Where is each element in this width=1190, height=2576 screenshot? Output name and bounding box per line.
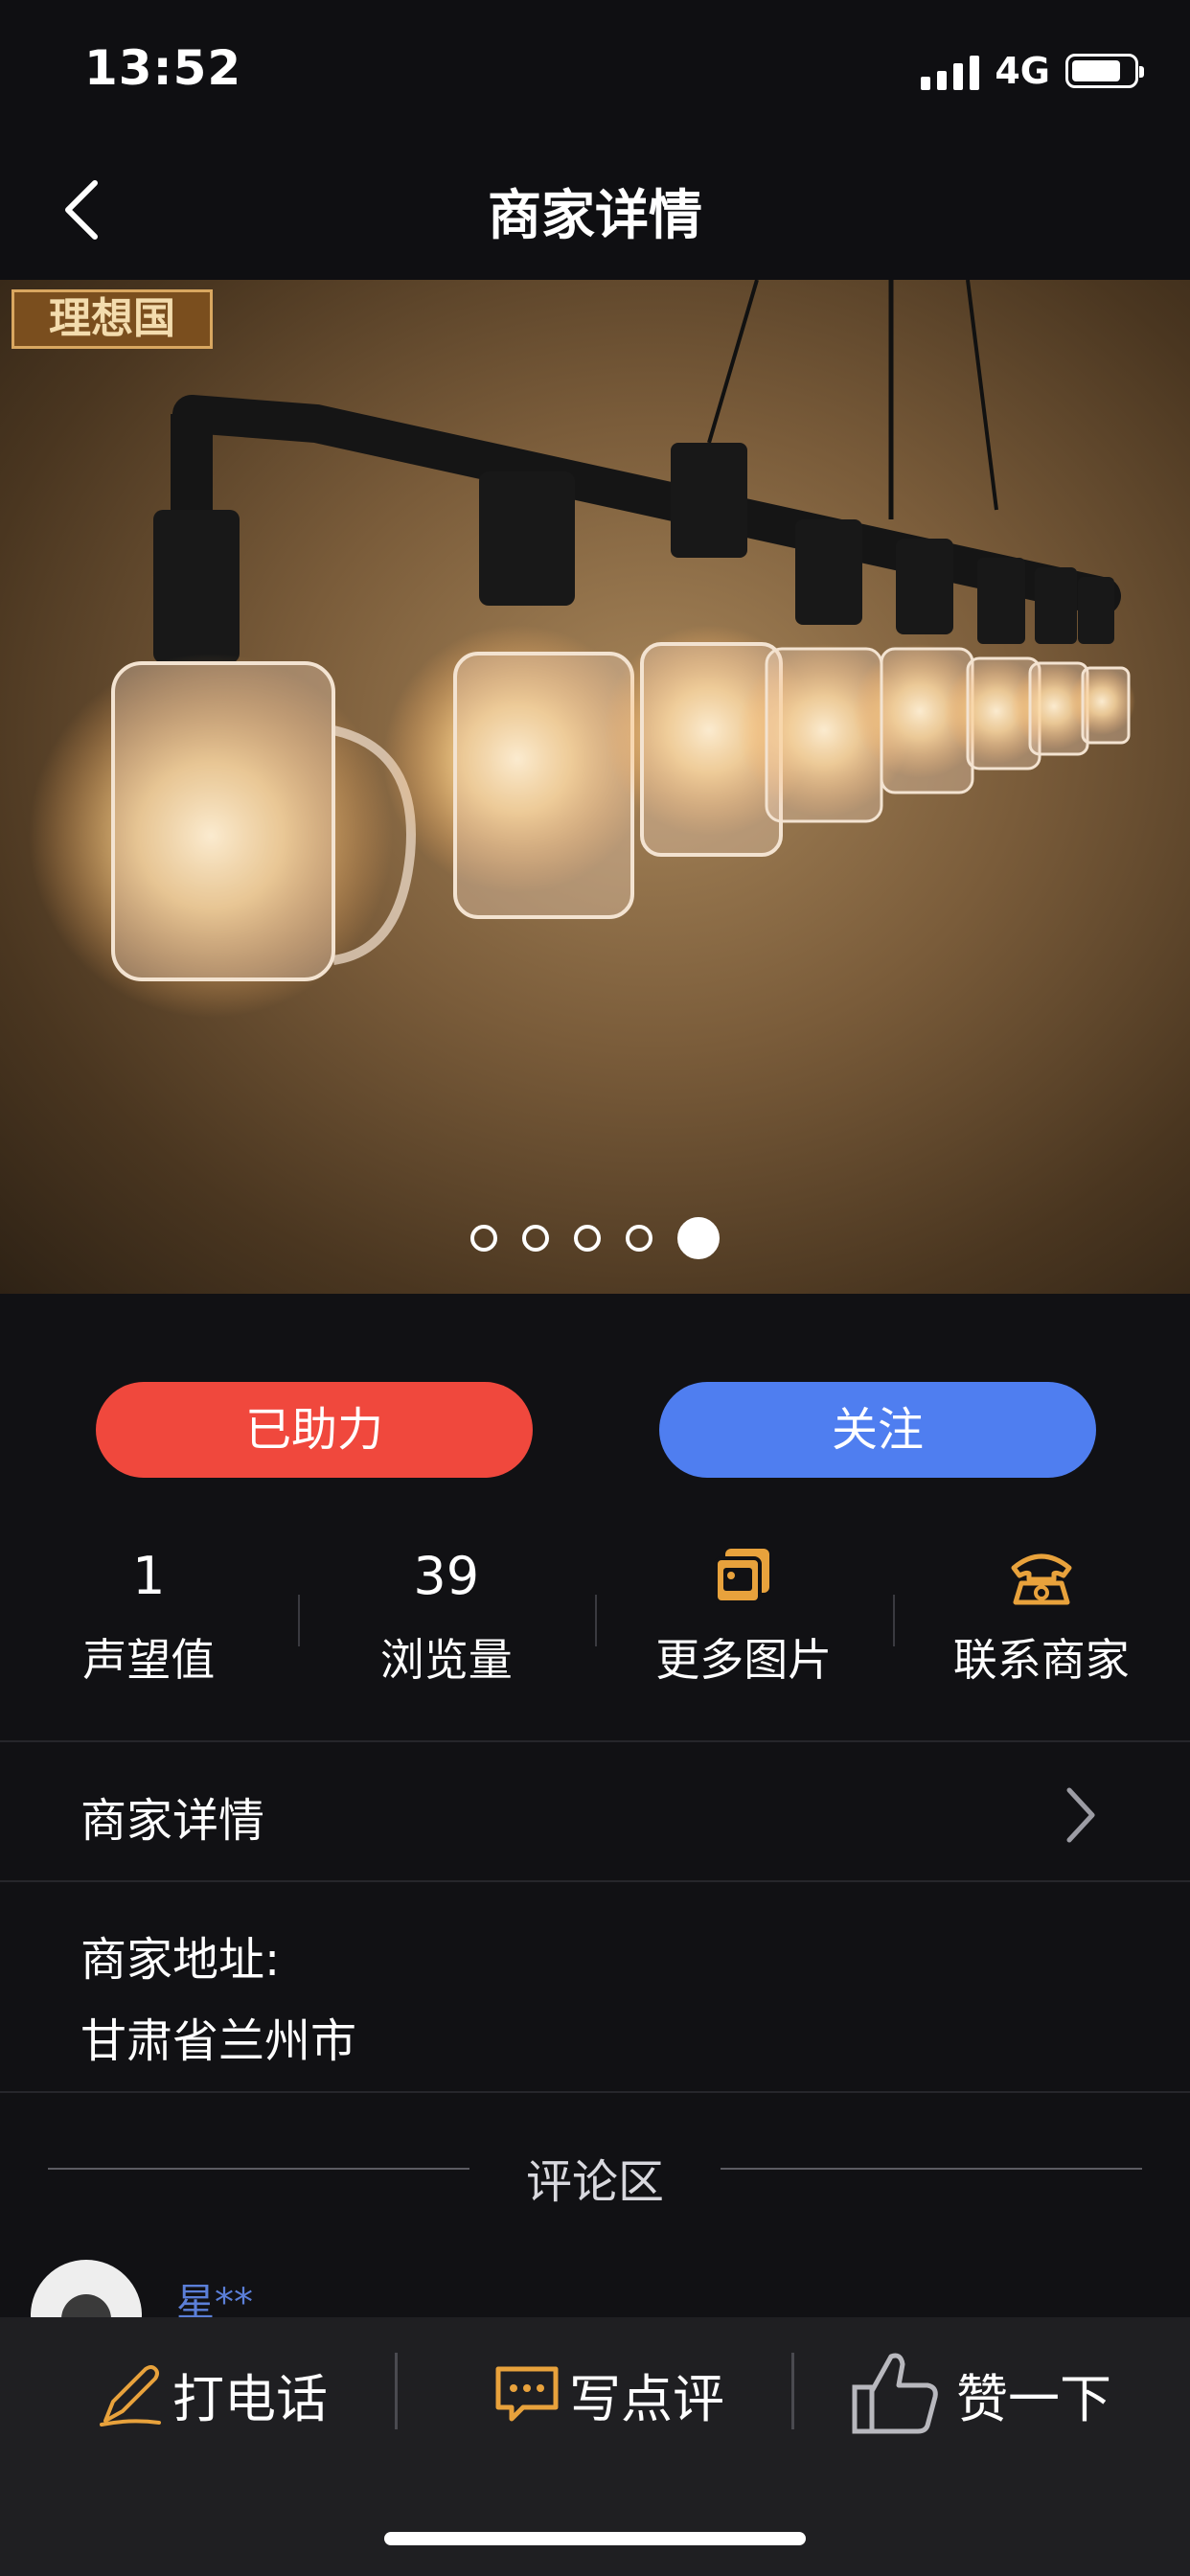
divider — [0, 1880, 1190, 1882]
carousel-dot[interactable] — [626, 1225, 652, 1252]
help-button[interactable]: 已助力 — [96, 1382, 533, 1478]
lamp-photo — [29, 280, 1135, 1018]
stat-views: 39 浏览量 — [297, 1533, 596, 1725]
thumbs-up-icon — [852, 2353, 938, 2434]
like-button[interactable]: 赞一下 — [849, 2346, 1111, 2442]
separator — [395, 2353, 398, 2429]
signal-icon — [921, 52, 980, 90]
contact-merchant-button[interactable]: 联系商家 — [892, 1533, 1190, 1725]
chevron-right-icon — [1062, 1784, 1100, 1850]
address-label: 商家地址: — [80, 1933, 281, 1987]
status-indicators: 4G — [921, 50, 1144, 92]
home-indicator[interactable] — [384, 2532, 806, 2545]
carousel-dot[interactable] — [522, 1225, 549, 1252]
call-button[interactable]: 打电话 — [96, 2346, 328, 2442]
page-title: 商家详情 — [488, 185, 702, 247]
carousel-dot[interactable] — [574, 1225, 601, 1252]
separator — [791, 2353, 794, 2429]
carousel-indicator[interactable] — [0, 1217, 1190, 1259]
status-time: 13:52 — [84, 40, 242, 96]
divider-line — [721, 2168, 1142, 2170]
more-photos-button[interactable]: 更多图片 — [595, 1533, 893, 1725]
pen-icon — [100, 2365, 161, 2426]
comment-icon — [495, 2366, 559, 2422]
merchant-photo-carousel[interactable] — [0, 280, 1190, 1294]
stat-reputation: 1 声望值 — [0, 1533, 298, 1725]
stat-label: 浏览量 — [379, 1634, 513, 1686]
write-review-label: 写点评 — [569, 2368, 724, 2429]
stat-label: 声望值 — [82, 1634, 216, 1686]
carousel-dot[interactable] — [470, 1225, 497, 1252]
network-label: 4G — [995, 50, 1050, 92]
brand-watermark: 理想国 — [11, 289, 213, 349]
like-label: 赞一下 — [956, 2368, 1111, 2429]
stat-value: 1 — [132, 1546, 166, 1606]
stat-label: 联系商家 — [952, 1634, 1130, 1686]
stat-label: 更多图片 — [655, 1634, 833, 1686]
comments-title: 评论区 — [525, 2155, 664, 2209]
battery-icon — [1065, 54, 1144, 88]
stat-value: 39 — [413, 1546, 480, 1606]
address-value: 甘肃省兰州市 — [80, 2014, 357, 2068]
carousel-dot-active[interactable] — [677, 1217, 720, 1259]
gallery-icon — [714, 1549, 770, 1604]
battery-level — [1072, 60, 1120, 81]
divider — [0, 2091, 1190, 2093]
follow-button[interactable]: 关注 — [659, 1382, 1096, 1478]
write-review-button[interactable]: 写点评 — [492, 2346, 724, 2442]
stats-row: 1 声望值 39 浏览量 更多图片 联系商家 — [0, 1533, 1190, 1725]
call-label: 打电话 — [172, 2368, 328, 2429]
phone-icon — [1011, 1553, 1072, 1605]
merchant-detail-label: 商家详情 — [80, 1794, 265, 1848]
